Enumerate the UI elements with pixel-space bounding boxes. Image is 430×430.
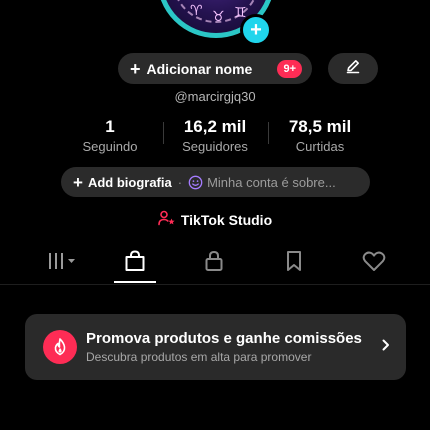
person-star-icon [158, 210, 181, 229]
stat-following[interactable]: 1 Seguindo [72, 117, 148, 154]
stat-label: Seguidores [182, 139, 248, 154]
stat-divider [268, 122, 269, 144]
edit-profile-button[interactable] [328, 53, 378, 84]
tabs-divider [0, 284, 430, 285]
add-bio-label: Add biografia [87, 174, 172, 190]
stat-value: 16,2 mil [183, 117, 247, 136]
stat-followers[interactable]: 16,2 mil Seguidores [170, 117, 260, 154]
notification-badge: 9+ [277, 59, 302, 78]
pencil-icon [345, 58, 361, 79]
stat-divider [163, 122, 164, 144]
tiktok-studio-label: TikTok Studio [180, 211, 273, 228]
add-bio-button[interactable]: + Add biografia · Minha conta é sobre... [61, 167, 370, 197]
heart-icon [362, 250, 386, 277]
promo-subtitle: Descubra produtos em alta para promover [86, 350, 312, 364]
fire-icon [43, 330, 77, 364]
add-name-label: Adicionar nome [146, 60, 253, 77]
promo-card[interactable]: Promova produtos e ganhe comissões Descu… [25, 314, 406, 380]
tab-liked[interactable] [354, 248, 394, 278]
add-name-button[interactable]: + Adicionar nome 9+ [118, 53, 312, 84]
separator-dot: · [177, 174, 183, 190]
add-avatar-button[interactable]: + [240, 14, 272, 46]
tab-videos[interactable] [41, 248, 81, 278]
account-status-text: Minha conta é sobre... [207, 174, 336, 190]
username: @marcirgjq30 [174, 89, 256, 104]
active-tab-indicator [114, 281, 156, 283]
lock-icon [203, 249, 225, 278]
plus-icon: + [73, 172, 83, 192]
promo-title: Promova produtos e ganhe comissões [86, 330, 362, 347]
stat-label: Seguindo [82, 139, 138, 154]
smiley-icon [188, 175, 203, 190]
shopping-bag-icon [123, 249, 147, 278]
grid-icon [45, 250, 77, 277]
zodiac-glyph: ♈ [190, 3, 203, 19]
stat-value: 78,5 mil [288, 117, 352, 136]
plus-icon: + [130, 58, 141, 79]
stat-likes[interactable]: 78,5 mil Curtidas [276, 117, 364, 154]
stat-value: 1 [105, 117, 115, 136]
tab-private[interactable] [194, 248, 234, 278]
bookmark-icon [284, 249, 304, 278]
plus-icon: + [250, 19, 262, 41]
stat-label: Curtidas [295, 139, 345, 154]
tab-saved[interactable] [274, 248, 314, 278]
chevron-right-icon [380, 338, 392, 357]
tiktok-studio-link[interactable]: TikTok Studio [0, 210, 430, 229]
tab-shop[interactable] [115, 248, 155, 278]
zodiac-glyph: ♉ [212, 9, 225, 25]
